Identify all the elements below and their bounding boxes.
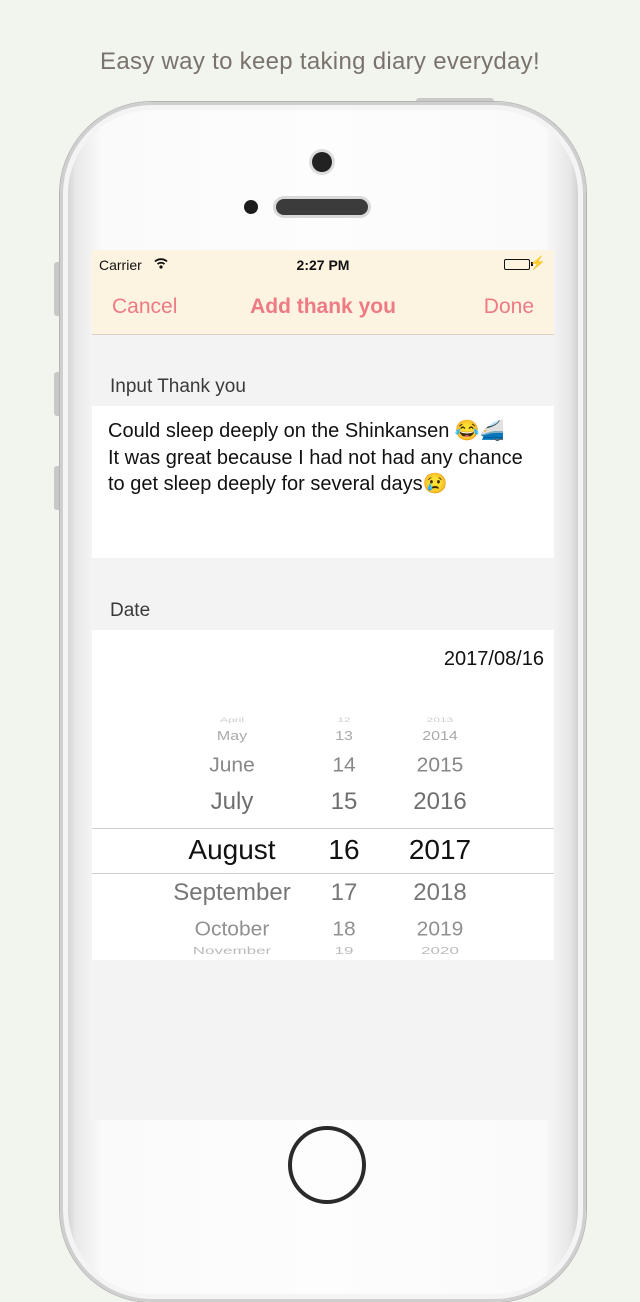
navigation-bar: Cancel Add thank you Done — [92, 280, 554, 335]
picker-month-option[interactable]: July — [132, 790, 332, 814]
selection-top-line — [92, 828, 554, 829]
picker-month-option[interactable]: November — [132, 945, 332, 955]
selected-date: 2017/08/16 — [443, 648, 544, 670]
tagline: Easy way to keep taking diary everyday! — [100, 48, 540, 75]
picker-day-option[interactable]: 19 — [314, 945, 374, 955]
clock: 2:27 PM — [296, 257, 350, 273]
battery-icon — [504, 259, 533, 270]
date-section-label: Date — [110, 600, 151, 621]
picker-month-option[interactable]: September — [132, 881, 332, 905]
picker-day-option[interactable]: 12 — [314, 717, 374, 724]
picker-year-option[interactable]: 2014 — [390, 730, 490, 744]
picker-year-option[interactable]: 2015 — [390, 755, 490, 775]
home-button[interactable] — [288, 1126, 366, 1204]
picker-year-option[interactable]: 2020 — [390, 945, 490, 955]
status-bar: Carrier 2:27 PM ⚡ — [92, 250, 554, 280]
picker-month-option[interactable]: October — [132, 919, 332, 939]
picker-month-option[interactable]: April — [132, 717, 332, 724]
input-section-label: Input Thank you — [110, 376, 246, 397]
picker-month-option[interactable]: June — [132, 755, 332, 775]
date-panel: 2017/08/16 April May June July August Septemb… — [92, 630, 554, 960]
app-screen: Carrier 2:27 PM ⚡ Cancel Add thank you D… — [92, 250, 554, 1120]
picker-day-option[interactable]: 17 — [314, 881, 374, 905]
picker-year-option[interactable]: 2018 — [390, 881, 490, 905]
picker-month-option[interactable]: May — [132, 730, 332, 744]
picker-day-option[interactable]: 15 — [314, 790, 374, 814]
thank-you-text-area[interactable]: Could sleep deeply on the Shinkansen 😂🚄 … — [92, 406, 554, 558]
picker-year-option[interactable]: 2016 — [390, 790, 490, 814]
earpiece-speaker — [276, 199, 368, 215]
proximity-sensor — [244, 200, 258, 214]
selection-bottom-line — [92, 873, 554, 874]
picker-year-option[interactable]: 2013 — [390, 717, 490, 724]
charging-bolt-icon: ⚡ — [529, 255, 546, 270]
picker-day-option[interactable]: 16 — [314, 836, 374, 864]
picker-day-option[interactable]: 14 — [314, 755, 374, 775]
picker-day-option[interactable]: 13 — [314, 730, 374, 744]
date-picker[interactable]: April May June July August September October No… — [92, 710, 554, 960]
front-camera — [312, 152, 332, 172]
done-button[interactable]: Done — [484, 295, 534, 319]
thank-you-text: Could sleep deeply on the Shinkansen 😂🚄 … — [108, 420, 523, 495]
picker-day-option[interactable]: 18 — [314, 919, 374, 939]
picker-year-option[interactable]: 2019 — [390, 919, 490, 939]
picker-year-option[interactable]: 2017 — [390, 836, 490, 864]
picker-month-option[interactable]: August — [132, 836, 332, 864]
